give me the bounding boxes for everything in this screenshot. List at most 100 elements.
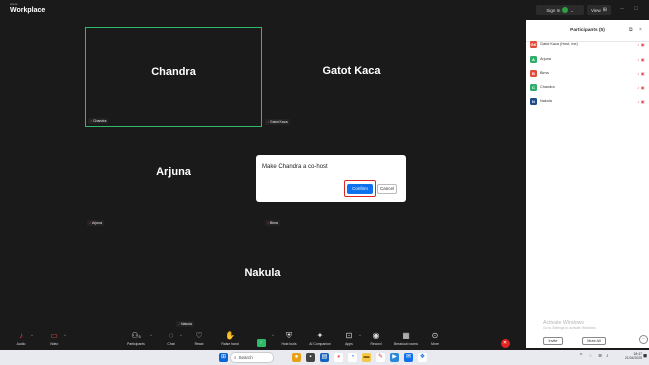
app-logo: zoom Workplace: [10, 2, 45, 15]
avatar: N: [530, 97, 537, 105]
outlook-icon[interactable]: ✉: [404, 353, 413, 362]
zoom-meeting-screen: { "app": { "brand_sup": "zoom", "brand_n…: [0, 0, 649, 365]
participant-name: Nakula: [540, 99, 552, 103]
participants-button[interactable]: ⚇5 Participants: [123, 331, 149, 346]
ai-companion-label: AI Companion: [309, 342, 331, 346]
ai-companion-button[interactable]: ✦ AI Companion: [307, 331, 333, 346]
video-tile-arjuna[interactable]: Arjuna ♪ Arjuna: [85, 128, 262, 228]
cancel-button[interactable]: Cancel: [377, 184, 397, 194]
participant-row[interactable]: A Arjuna ♪▣: [530, 55, 646, 63]
taskbar-search[interactable]: ⌕ Search: [230, 352, 274, 363]
audio-button[interactable]: ♪ Audio: [10, 331, 32, 346]
raise-hand-icon: ✋: [225, 331, 235, 340]
host-tools-button[interactable]: ⛨ Host tools: [278, 331, 300, 346]
record-button[interactable]: ◉ Record: [365, 331, 387, 346]
dialog-message: Make Chandra a co-host: [262, 164, 328, 170]
audio-caret-icon[interactable]: ^: [31, 333, 33, 338]
maximize-icon[interactable]: □: [631, 4, 641, 14]
avatar: A: [530, 55, 537, 63]
close-icon[interactable]: ×: [639, 27, 642, 33]
chat-icon: ◌: [168, 331, 174, 340]
security-shield-icon: [562, 7, 569, 13]
record-icon: ◉: [372, 331, 380, 340]
notification-icon[interactable]: ◼: [643, 353, 647, 359]
video-tile-nakula[interactable]: Nakula ♪ Nakula: [174, 229, 351, 329]
host-tools-label: Host tools: [281, 342, 297, 346]
tray-chevron-icon[interactable]: ^: [580, 353, 582, 359]
avatar: C: [530, 83, 537, 91]
mic-muted-icon: ♪: [90, 118, 92, 123]
participants-count: 5: [138, 334, 141, 339]
tag-label: Bima: [270, 221, 278, 225]
windows-taskbar: ⊞ ⌕ Search ● ▪ ▤ ◕ ◔ ▬ ✎ ▶ ✉ ❖ ^ ◌ ≋ ♪ 1…: [0, 350, 649, 365]
participant-name: Arjuna: [540, 57, 551, 61]
mic-muted-icon: ♪: [178, 321, 180, 326]
react-icon: ♡: [195, 331, 203, 340]
name-tag: ♪ Arjuna: [87, 220, 105, 226]
view-button[interactable]: View ⊞: [587, 5, 611, 15]
share-caret-icon[interactable]: ^: [272, 333, 274, 338]
participants-label: Participants: [127, 342, 145, 346]
chrome-icon[interactable]: ◕: [334, 353, 343, 362]
mic-video-off-icon: ♪▣: [637, 84, 646, 90]
apps-button[interactable]: ⊡ Apps: [338, 331, 360, 346]
paint-icon[interactable]: ✎: [376, 353, 385, 362]
widgets-icon[interactable]: ●: [292, 353, 301, 362]
folder-icon[interactable]: ▬: [362, 353, 371, 362]
activate-windows-watermark: Activate Windows Go to Settings to activ…: [543, 320, 643, 330]
wifi-icon[interactable]: ≋: [598, 353, 602, 359]
file-explorer-icon[interactable]: ▤: [320, 353, 329, 362]
audio-label: Audio: [16, 342, 26, 346]
pop-out-icon[interactable]: ⧉: [629, 27, 633, 33]
share-icon: ↑: [256, 339, 266, 347]
participant-row[interactable]: GK Gatot Kaca (Host, me) ♪▣: [530, 40, 646, 48]
taskbar-clock[interactable]: 18:47 21/04/2025: [614, 352, 642, 361]
participant-name: Bima: [540, 71, 549, 75]
apps-label: Apps: [345, 342, 353, 346]
raise-hand-button[interactable]: ✋ Raise hand: [219, 331, 241, 346]
breakout-rooms-button[interactable]: ▦ Breakout rooms: [392, 331, 420, 346]
zoom-taskbar-icon[interactable]: ▶: [390, 353, 399, 362]
participant-name: Nakula: [244, 267, 281, 279]
participant-row[interactable]: C Chandra ♪▣: [530, 83, 646, 91]
video-tile-chandra[interactable]: Chandra ♪ Chandra: [85, 27, 262, 127]
store-icon[interactable]: ❖: [418, 353, 427, 362]
minimize-icon[interactable]: –: [617, 4, 627, 14]
name-tag: ♪ Nakula: [176, 321, 194, 327]
react-button[interactable]: ♡ React: [188, 331, 210, 346]
invite-button[interactable]: Invite: [543, 337, 563, 345]
chat-button[interactable]: ◌ Chat: [160, 331, 182, 346]
sign-in-control[interactable]: Sign In ⌄: [536, 5, 584, 15]
network-icon[interactable]: ◌: [589, 353, 592, 359]
participant-row[interactable]: B Bima ♪▣: [530, 69, 646, 77]
brand-sup: zoom: [10, 2, 18, 6]
more-options-button[interactable]: ···: [639, 335, 648, 344]
react-label: React: [194, 342, 204, 346]
video-button[interactable]: ▭ Video: [43, 331, 65, 346]
participant-name: Chandra: [151, 66, 196, 78]
chevron-down-icon: ⌄: [570, 7, 574, 13]
task-view-icon[interactable]: ▪: [306, 353, 315, 362]
participant-row[interactable]: N Nakula ♪▣: [530, 97, 646, 105]
video-tile-gatot-kaca[interactable]: Gatot Kaca ♪ Gatot Kaca: [263, 27, 440, 127]
video-off-icon: ▭: [50, 331, 58, 340]
mute-all-button[interactable]: Mute All: [582, 337, 606, 345]
mic-off-icon: ♪: [19, 331, 23, 340]
mic-muted-icon: ♪: [89, 220, 91, 225]
participants-panel: Participants (5) ⧉ × GK Gatot Kaca (Host…: [526, 20, 649, 348]
video-caret-icon[interactable]: ^: [64, 333, 66, 338]
volume-icon[interactable]: ♪: [606, 353, 609, 359]
windows-start-icon[interactable]: ⊞: [219, 353, 228, 362]
chat-caret-icon[interactable]: ^: [180, 333, 182, 338]
confirm-button[interactable]: Confirm: [347, 184, 373, 194]
apps-caret-icon[interactable]: ^: [359, 333, 361, 338]
mic-video-off-icon: ♪▣: [637, 98, 646, 104]
participant-name: Gatot Kaca (Host, me): [540, 42, 578, 46]
participants-header: Participants (5) ⧉ ×: [526, 20, 649, 42]
title-bar: zoom Workplace Sign In ⌄ View ⊞ – □: [0, 0, 649, 20]
sign-in-label: Sign In: [546, 7, 561, 13]
edge-icon[interactable]: ◔: [348, 353, 357, 362]
participants-caret-icon[interactable]: ^: [150, 333, 152, 338]
tag-label: Chandra: [93, 119, 107, 123]
more-button[interactable]: ⊙ More: [424, 331, 446, 346]
